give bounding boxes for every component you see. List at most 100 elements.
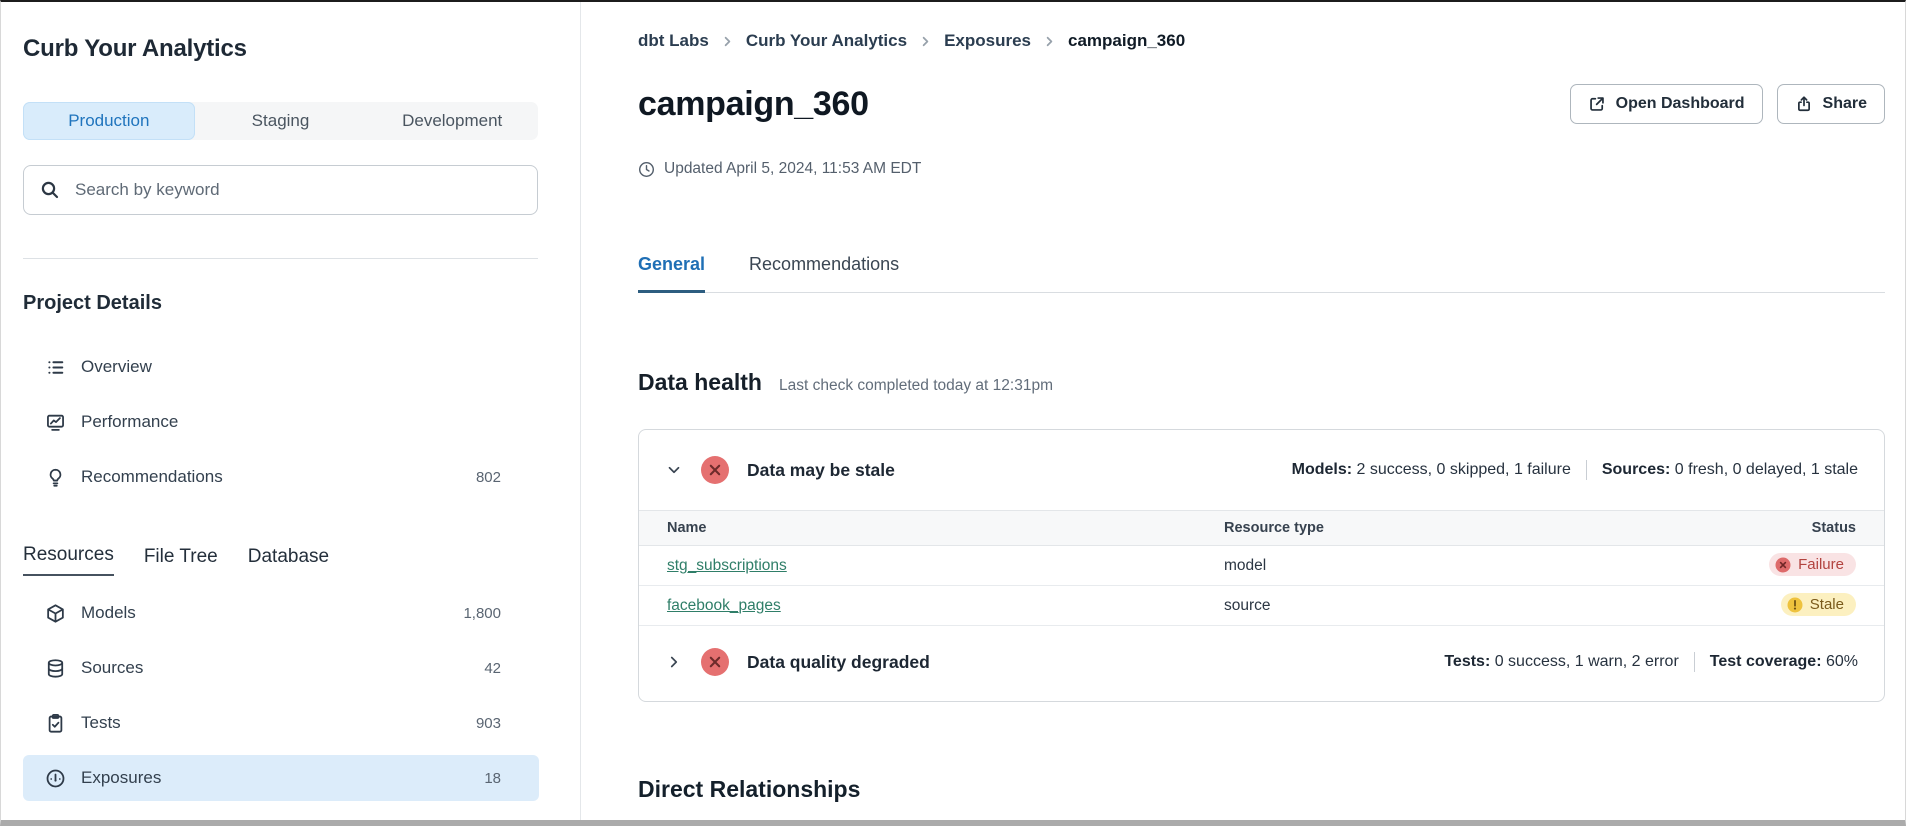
x-circle-icon <box>1775 557 1791 573</box>
sidebar-item-models[interactable]: Models 1,800 <box>23 590 539 636</box>
table-body: stg_subscriptions model Failur <box>639 546 1884 626</box>
resource-link-facebook-pages[interactable]: facebook_pages <box>667 597 781 614</box>
data-health-title: Data health <box>638 367 762 397</box>
cube-icon <box>45 603 66 624</box>
sidebar-item-performance[interactable]: Performance <box>23 399 539 445</box>
gauge-icon <box>45 768 66 789</box>
sidebar-item-overview[interactable]: Overview <box>23 344 539 390</box>
warning-circle-icon <box>1787 597 1803 613</box>
share-label: Share <box>1823 95 1867 113</box>
chevron-right-icon <box>918 34 933 49</box>
detail-tabs: General Recommendations <box>638 252 1885 293</box>
summary-divider <box>1694 652 1695 672</box>
sidebar-item-label: Sources <box>81 658 143 678</box>
sidebar-item-count: 1,800 <box>463 605 501 622</box>
chevron-right-icon[interactable] <box>665 653 683 671</box>
sidebar-item-count: 18 <box>484 770 501 787</box>
breadcrumb-project[interactable]: Curb Your Analytics <box>746 30 907 52</box>
quality-section-row[interactable]: Data quality degraded Tests: 0 success, … <box>639 626 1884 701</box>
stale-section-title: Data may be stale <box>747 460 895 481</box>
list-icon <box>45 357 66 378</box>
sidebar-item-count: 903 <box>476 715 501 732</box>
chevron-right-icon <box>1042 34 1057 49</box>
direct-relationships-heading: Direct Relationships <box>638 774 1885 804</box>
sidebar-item-tests[interactable]: Tests 903 <box>23 700 539 746</box>
search-box[interactable] <box>23 165 538 215</box>
sidebar-item-sources[interactable]: Sources 42 <box>23 645 539 691</box>
data-health-card: Data may be stale Models: 2 success, 0 s… <box>638 429 1885 702</box>
sidebar-item-label: Recommendations <box>81 467 223 487</box>
chevron-down-icon[interactable] <box>665 461 683 479</box>
search-input[interactable] <box>73 179 521 201</box>
tests-value: 0 success, 1 warn, 2 error <box>1490 653 1679 670</box>
clock-icon <box>638 161 655 178</box>
tab-file-tree[interactable]: File Tree <box>144 546 218 576</box>
status-badge-failure: Failure <box>1769 553 1856 576</box>
column-header-name: Name <box>667 520 1224 536</box>
chevron-right-icon <box>720 34 735 49</box>
status-badge-stale: Stale <box>1781 593 1856 616</box>
sidebar-item-label: Tests <box>81 713 121 733</box>
tab-recommendations[interactable]: Recommendations <box>749 252 899 292</box>
open-dashboard-button[interactable]: Open Dashboard <box>1570 84 1763 124</box>
breadcrumb-current: campaign_360 <box>1068 30 1185 52</box>
header-actions: Open Dashboard Share <box>1570 84 1885 124</box>
environment-tabs: Production Staging Development <box>23 102 538 140</box>
test-coverage-value: 60% <box>1822 653 1858 670</box>
resource-type-cell: model <box>1224 557 1666 575</box>
sidebar-item-label: Performance <box>81 412 178 432</box>
page-title: campaign_360 <box>638 82 869 126</box>
sidebar-item-count: 42 <box>484 660 501 677</box>
share-icon <box>1795 95 1813 113</box>
env-tab-development[interactable]: Development <box>366 102 538 140</box>
share-button[interactable]: Share <box>1777 84 1885 124</box>
project-details-list: Overview Performance <box>23 344 538 500</box>
external-link-icon <box>1588 95 1606 113</box>
models-value: 2 success, 0 skipped, 1 failure <box>1352 461 1571 478</box>
breadcrumb: dbt Labs Curb Your Analytics Exposures c… <box>638 30 1885 52</box>
project-title: Curb Your Analytics <box>23 34 538 64</box>
sidebar-item-label: Exposures <box>81 768 161 788</box>
status-badge-label: Stale <box>1810 596 1844 613</box>
data-health-last-check: Last check completed today at 12:31pm <box>779 377 1053 395</box>
clipboard-check-icon <box>45 713 66 734</box>
sources-value: 0 fresh, 0 delayed, 1 stale <box>1670 461 1858 478</box>
resources-list: Models 1,800 Sources 42 <box>23 590 538 801</box>
breadcrumb-exposures[interactable]: Exposures <box>944 30 1031 52</box>
summary-divider <box>1586 460 1587 480</box>
stale-section-row[interactable]: Data may be stale Models: 2 success, 0 s… <box>639 430 1884 510</box>
sidebar-item-label: Overview <box>81 357 152 377</box>
main-content: dbt Labs Curb Your Analytics Exposures c… <box>581 2 1905 820</box>
sidebar-item-exposures[interactable]: Exposures 18 <box>23 755 539 801</box>
env-tab-staging[interactable]: Staging <box>195 102 367 140</box>
table-row: facebook_pages source <box>639 586 1884 626</box>
database-icon <box>45 658 66 679</box>
sources-label: Sources: <box>1602 461 1670 478</box>
title-row: campaign_360 Open Dashboard <box>638 82 1885 126</box>
resource-link-stg-subscriptions[interactable]: stg_subscriptions <box>667 557 787 574</box>
sidebar-item-recommendations[interactable]: Recommendations 802 <box>23 454 539 500</box>
breadcrumb-dbt-labs[interactable]: dbt Labs <box>638 30 709 52</box>
stale-resources-table: Name Resource type Status stg_subscripti… <box>639 510 1884 626</box>
quality-section-title: Data quality degraded <box>747 652 930 673</box>
lightbulb-icon <box>45 467 66 488</box>
resource-type-cell: source <box>1224 597 1666 615</box>
app-window: Curb Your Analytics Production Staging D… <box>1 2 1905 820</box>
quality-section-summary: Tests: 0 success, 1 warn, 2 error Test c… <box>1444 652 1858 672</box>
stale-section-summary: Models: 2 success, 0 skipped, 1 failure … <box>1292 460 1858 480</box>
tab-database[interactable]: Database <box>248 546 329 576</box>
project-details-heading: Project Details <box>23 290 538 316</box>
column-header-resource-type: Resource type <box>1224 520 1666 536</box>
error-circle-icon <box>700 455 730 485</box>
env-tab-production[interactable]: Production <box>23 102 195 140</box>
updated-timestamp: Updated April 5, 2024, 11:53 AM EDT <box>638 160 1885 178</box>
models-label: Models: <box>1292 461 1352 478</box>
table-row: stg_subscriptions model Failur <box>639 546 1884 586</box>
monitor-chart-icon <box>45 412 66 433</box>
tab-general[interactable]: General <box>638 252 705 293</box>
status-badge-label: Failure <box>1798 556 1844 573</box>
open-dashboard-label: Open Dashboard <box>1616 95 1745 113</box>
sidebar-item-count: 802 <box>476 469 501 486</box>
tab-resources[interactable]: Resources <box>23 544 114 576</box>
search-icon <box>40 180 60 200</box>
